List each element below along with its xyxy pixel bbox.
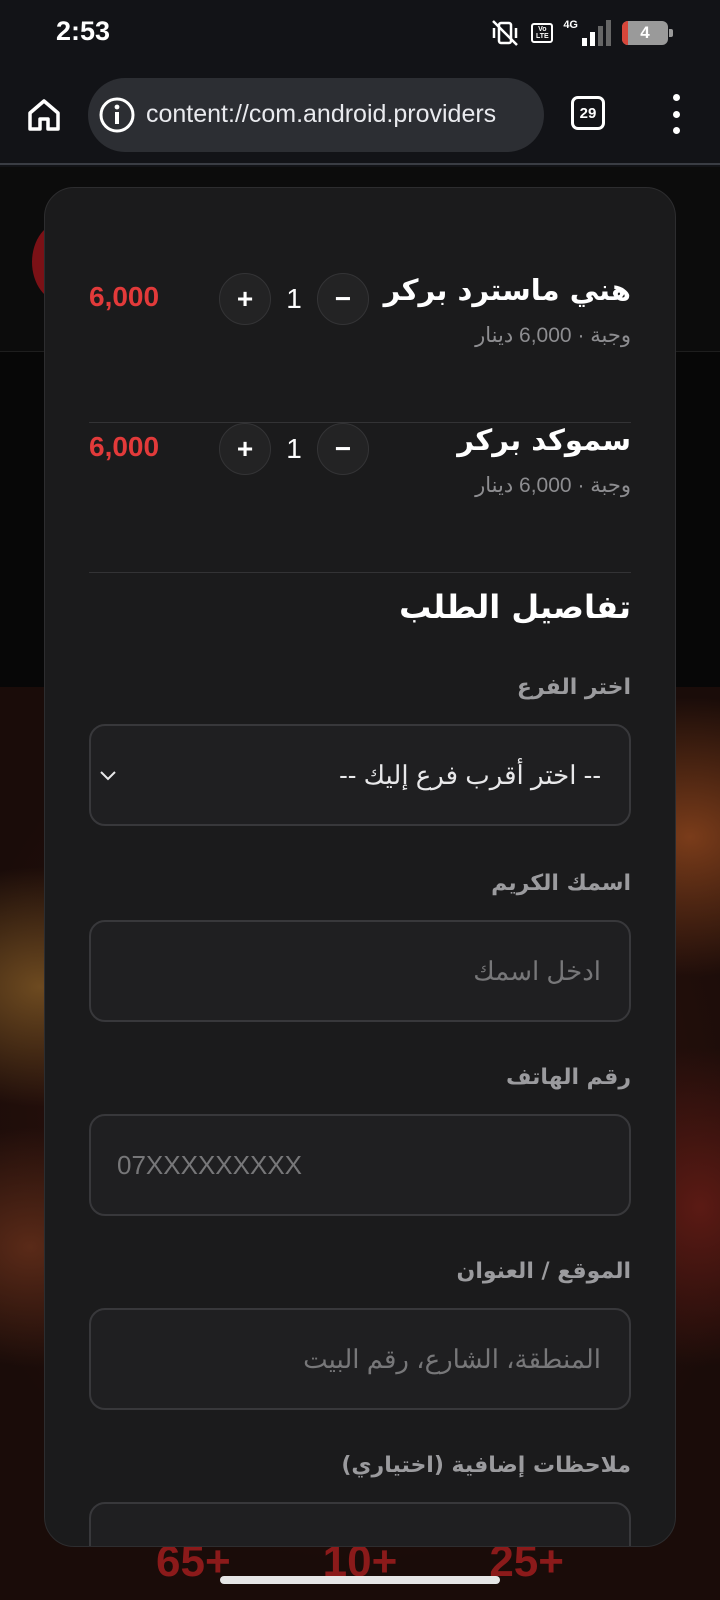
quantity-value: 1 — [286, 283, 302, 314]
address-label: الموقع / العنوان — [456, 1259, 631, 1284]
status-bar: 2:53 Vo LTE 4G 4 — [0, 0, 720, 70]
status-time: 2:53 — [56, 16, 111, 46]
quantity-stepper: + 1 − — [219, 273, 369, 325]
cart-item: سموكد بركر وجبة · 6,000 دينار + 1 − 6,00… — [89, 423, 631, 573]
home-button[interactable] — [22, 92, 66, 136]
battery-level: 4 — [640, 23, 650, 42]
name-label: اسمك الكريم — [491, 871, 631, 896]
info-icon[interactable] — [98, 96, 136, 134]
item-price: 6,000 — [89, 431, 160, 462]
decrease-button[interactable]: − — [317, 423, 369, 475]
notes-label: ملاحظات إضافية (اختياري) — [341, 1453, 631, 1478]
order-details-title: تفاصيل الطلب — [399, 588, 631, 626]
battery-icon: 4 — [622, 21, 673, 45]
item-name: هني ماسترد بركر — [383, 273, 631, 307]
quantity-value: 1 — [286, 433, 302, 464]
url-bar[interactable]: content://com.android.providers — [88, 78, 544, 152]
order-modal: هني ماسترد بركر وجبة · 6,000 دينار + 1 −… — [44, 187, 676, 1547]
address-input[interactable]: المنطقة، الشارع، رقم البيت — [89, 1308, 631, 1410]
branch-select[interactable]: -- اختر أقرب فرع إليك -- — [89, 724, 631, 826]
decrease-button[interactable]: − — [317, 273, 369, 325]
status-icons: Vo LTE 4G 4 — [489, 18, 673, 48]
phone-label: رقم الهاتف — [505, 1065, 631, 1090]
name-input[interactable]: ادخل اسمك — [89, 920, 631, 1022]
signal-icon — [582, 20, 611, 46]
branch-label: اختر الفرع — [516, 675, 631, 700]
quantity-stepper: + 1 − — [219, 423, 369, 475]
name-placeholder: ادخل اسمك — [473, 956, 601, 986]
chevron-down-icon — [100, 771, 116, 781]
home-indicator[interactable] — [220, 1576, 500, 1584]
home-icon — [28, 99, 60, 131]
vibrate-off-icon — [492, 20, 519, 46]
item-subtitle: وجبة · 6,000 دينار — [475, 474, 631, 497]
browser-toolbar: content://com.android.providers 29 — [0, 70, 720, 165]
network-type: 4G — [563, 19, 578, 31]
address-placeholder: المنطقة، الشارع، رقم البيت — [303, 1344, 601, 1374]
phone-input[interactable]: 07XXXXXXXXX — [89, 1114, 631, 1216]
volte-icon: Vo LTE — [531, 23, 554, 43]
branch-select-value: -- اختر أقرب فرع إليك -- — [339, 760, 601, 790]
item-subtitle: وجبة · 6,000 دينار — [475, 324, 631, 347]
url-text: content://com.android.providers — [146, 100, 497, 128]
item-price: 6,000 — [89, 281, 160, 312]
increase-button[interactable]: + — [219, 273, 271, 325]
item-name: سموكد بركر — [457, 423, 631, 457]
phone-placeholder: 07XXXXXXXXX — [117, 1150, 302, 1180]
cart-item: هني ماسترد بركر وجبة · 6,000 دينار + 1 −… — [89, 273, 631, 423]
tab-switcher-button[interactable]: 29 — [571, 96, 605, 130]
more-vert-icon[interactable] — [662, 94, 690, 134]
increase-button[interactable]: + — [219, 423, 271, 475]
notes-input[interactable] — [89, 1502, 631, 1546]
